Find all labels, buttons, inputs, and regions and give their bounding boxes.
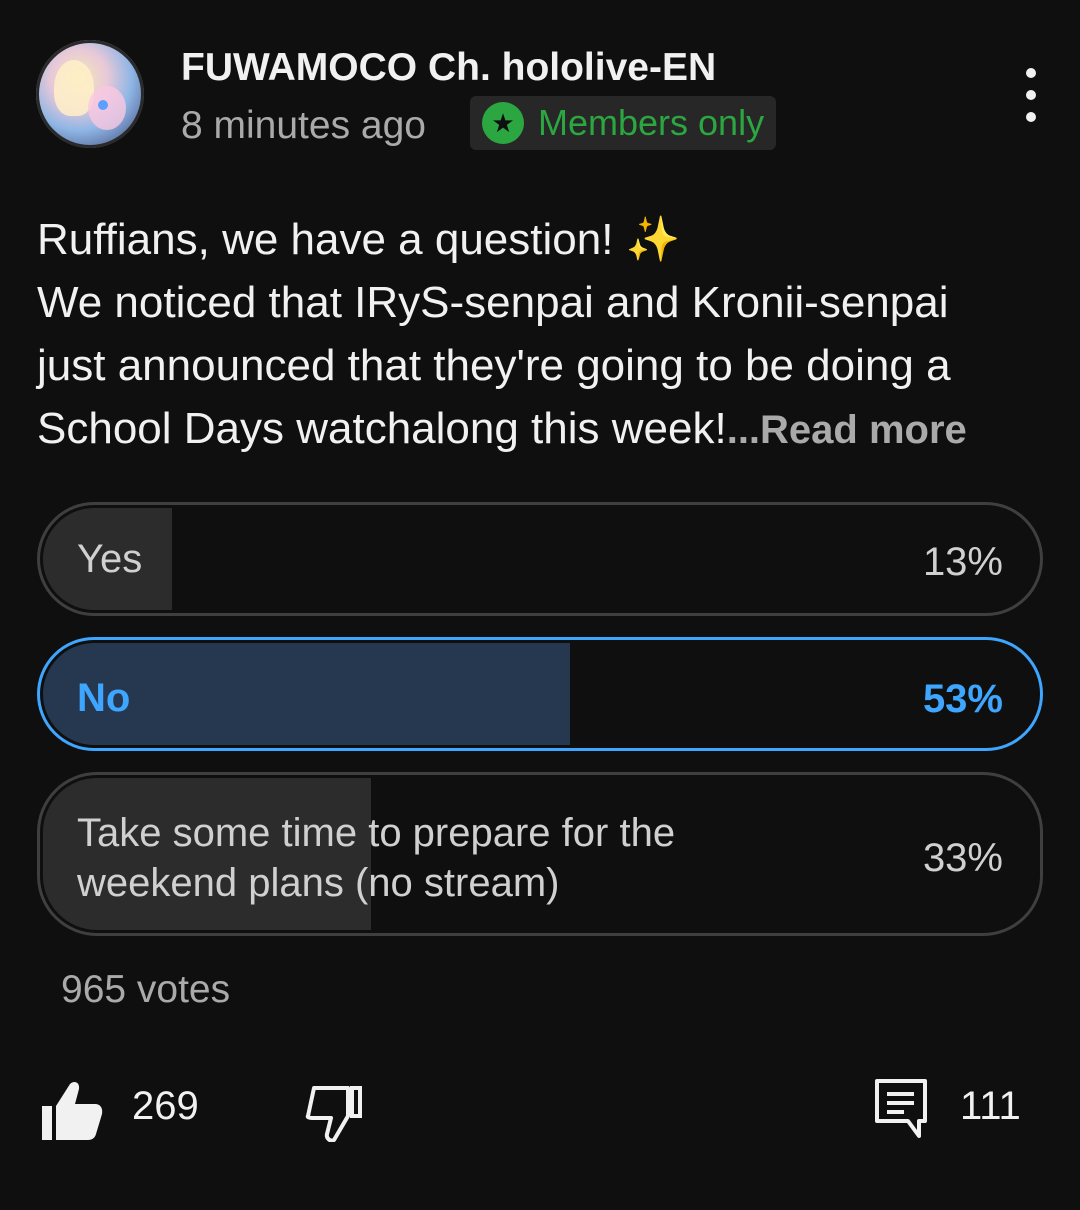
poll-option-percent: 13%	[922, 540, 1003, 584]
poll-option-percent: 33%	[922, 836, 1003, 880]
poll-option-yes[interactable]: Yes 13%	[37, 502, 1043, 616]
poll-option-label: Take some time to prepare for the weeken…	[77, 808, 675, 908]
poll-option-weekend[interactable]: Take some time to prepare for the weeken…	[37, 772, 1043, 936]
star-icon: ★	[482, 102, 524, 144]
post-line: just announced that they're going to be …	[37, 341, 951, 390]
poll-option-label-line1: Take some time to prepare for the	[77, 811, 676, 855]
read-more-link[interactable]: ...Read more	[727, 408, 967, 452]
post-line-last: School Days watchalong this week!...Read…	[37, 397, 1047, 462]
action-bar: 269 111	[0, 1070, 1080, 1150]
thumbs-down-icon[interactable]	[304, 1082, 368, 1143]
post-line: We noticed that IRyS-senpai and Kronii-s…	[37, 278, 949, 327]
poll-option-label: Yes	[77, 537, 143, 581]
post-timestamp: 8 minutes ago	[181, 104, 426, 147]
channel-name[interactable]: FUWAMOCO Ch. hololive-EN	[181, 46, 716, 90]
thumbs-up-icon[interactable]	[40, 1080, 104, 1140]
more-vert-icon[interactable]	[1016, 68, 1046, 122]
comment-icon[interactable]	[872, 1076, 932, 1140]
poll-option-no[interactable]: No 53%	[37, 637, 1043, 751]
poll-option-label-line2: weekend plans (no stream)	[77, 861, 560, 905]
channel-avatar[interactable]	[36, 40, 144, 148]
post-body: Ruffians, we have a question! ✨ We notic…	[37, 208, 1047, 462]
like-count: 269	[132, 1084, 199, 1128]
post-line-text: School Days watchalong this week!	[37, 404, 727, 453]
members-badge-label: Members only	[538, 102, 765, 143]
comment-count: 111	[960, 1084, 1021, 1128]
members-only-badge: ★ Members only	[470, 96, 777, 150]
poll-option-percent: 53%	[922, 677, 1003, 721]
poll-vote-count: 965 votes	[61, 968, 231, 1011]
post-line: Ruffians, we have a question! ✨	[37, 215, 681, 264]
poll-option-label: No	[77, 676, 131, 720]
post-header: FUWAMOCO Ch. hololive-EN 8 minutes ago ★…	[36, 40, 1046, 160]
